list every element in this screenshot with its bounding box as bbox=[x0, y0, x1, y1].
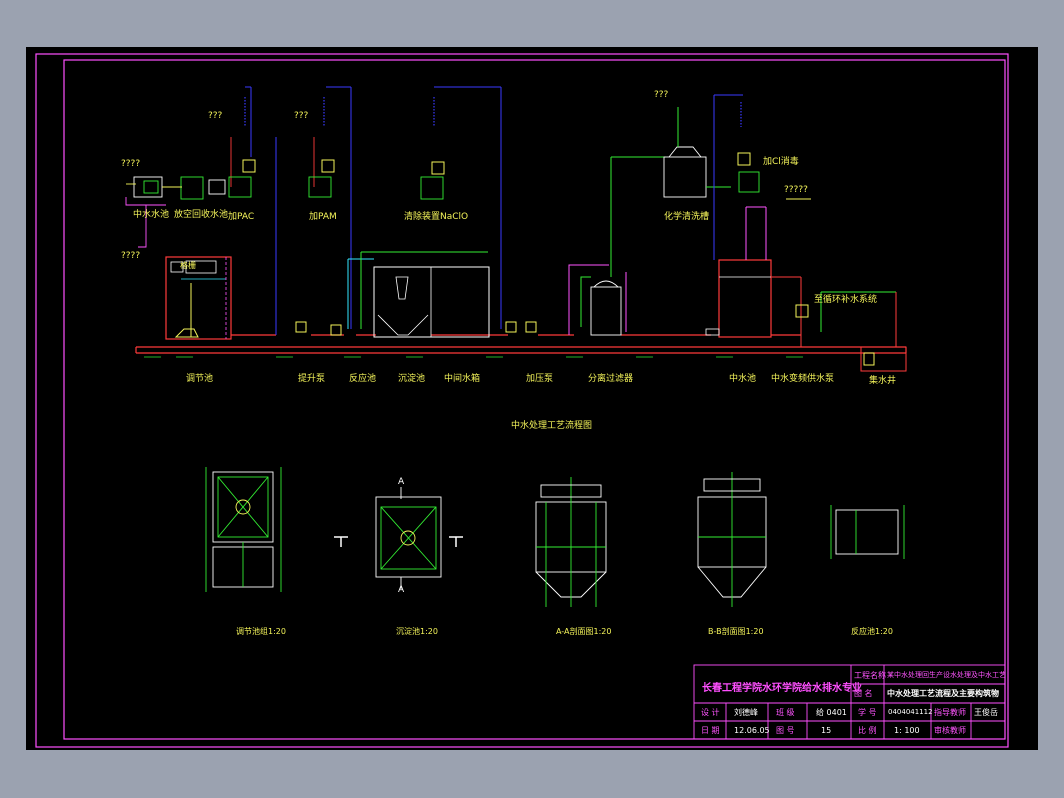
flow-title: 中水处理工艺流程图 bbox=[511, 421, 593, 431]
label-reuse-tank: 中水池 bbox=[729, 374, 757, 384]
sheet-label: 图 号 bbox=[776, 726, 795, 735]
section-view-3 bbox=[535, 477, 607, 607]
inline-pumps bbox=[295, 321, 537, 336]
drawing-label: 图 名 bbox=[854, 689, 873, 698]
cad-drawing bbox=[35, 53, 1009, 748]
section-cut-markers bbox=[334, 536, 463, 547]
label-collect-well: 集水井 bbox=[869, 376, 897, 386]
class-label: 班 级 bbox=[776, 708, 795, 717]
sheet-value: 15 bbox=[821, 726, 832, 735]
school-name: 长春工程学院水环学院给水排水专业 bbox=[702, 683, 862, 694]
class-value: 给 0401 bbox=[816, 708, 847, 717]
section-label: B-B剖面图1:20 bbox=[708, 627, 764, 636]
pac-dosing bbox=[228, 86, 277, 335]
unknown-mark: ??? bbox=[208, 111, 223, 121]
outer-border bbox=[35, 53, 1009, 748]
inner-border bbox=[63, 59, 1006, 740]
unknown-mark: ??? bbox=[654, 90, 669, 100]
project-label: 工程名称 bbox=[854, 671, 886, 680]
advisor-label: 指导教师 bbox=[934, 708, 966, 717]
student-no-value: 0404041112 bbox=[888, 708, 933, 716]
section-mark: A bbox=[398, 585, 405, 595]
section-label: 调节池组1:20 bbox=[236, 627, 286, 636]
date-value: 12.06.05 bbox=[734, 726, 770, 735]
section-view-5 bbox=[830, 505, 905, 559]
label-lift-pump: 提升泵 bbox=[298, 374, 326, 384]
chemical-cleaning-tank bbox=[663, 107, 731, 198]
reuse-pump-well bbox=[795, 277, 907, 372]
section-label: 沉淀池1:20 bbox=[396, 627, 438, 636]
reuse-water-tank bbox=[705, 94, 811, 338]
label-pam: 加PAM bbox=[309, 212, 337, 222]
equalization-tank bbox=[165, 256, 232, 340]
section-view-2 bbox=[375, 487, 442, 589]
membrane-filter bbox=[568, 156, 666, 336]
label-reuse-pool: 中水水池 bbox=[133, 210, 170, 220]
pam-dosing bbox=[308, 86, 352, 329]
project-value: 某中水处理回生产设水处理及中水工艺 bbox=[887, 671, 1006, 679]
section-label: A-A剖面图1:20 bbox=[556, 627, 612, 636]
label-membrane: 分离过滤器 bbox=[588, 374, 634, 384]
design-value: 刘德峰 bbox=[734, 708, 758, 717]
label-intermediate: 中间水箱 bbox=[444, 374, 481, 384]
label-equalization: 调节池 bbox=[186, 374, 214, 384]
scale-value: 1: 100 bbox=[894, 726, 920, 735]
advisor-value: 王俊岳 bbox=[974, 708, 998, 717]
label-naclo: 清除装置NaClO bbox=[404, 212, 469, 222]
date-label: 日 期 bbox=[701, 726, 720, 735]
label-reuse-pump: 中水变频供水泵 bbox=[771, 374, 835, 384]
main-pipeline bbox=[135, 334, 907, 354]
reaction-sedimentation-tank bbox=[347, 251, 490, 338]
label-booster: 加压泵 bbox=[526, 374, 554, 384]
label-reaction: 反应池 bbox=[349, 374, 377, 384]
section-mark: A bbox=[398, 477, 405, 487]
label-pac: 加PAC bbox=[228, 212, 255, 222]
section-view-1 bbox=[205, 467, 282, 592]
unknown-mark: ???? bbox=[121, 159, 141, 169]
label-chem-clean: 化学清洗槽 bbox=[664, 212, 710, 222]
scale-label: 比 例 bbox=[858, 726, 877, 735]
label-air-dryer: 放空回收水池 bbox=[174, 210, 229, 220]
unknown-mark: ???? bbox=[121, 251, 141, 261]
student-no-label: 学 号 bbox=[858, 708, 877, 717]
section-view-4 bbox=[697, 472, 767, 607]
design-label: 设 计 bbox=[701, 708, 720, 717]
label-tank-tag: 格栅 bbox=[180, 261, 196, 270]
unknown-mark: ??? bbox=[294, 111, 309, 121]
label-sedimentation: 沉淀池 bbox=[398, 374, 426, 384]
label-cl-disinfect: 加Cl消毒 bbox=[763, 157, 799, 167]
drawing-value: 中水处理工艺流程及主要构筑物 bbox=[887, 689, 999, 698]
section-label: 反应池1:20 bbox=[851, 627, 893, 636]
unknown-mark: ????? bbox=[784, 185, 808, 195]
label-reuse-system: 至循环补水系统 bbox=[814, 295, 878, 305]
drawing-sheet: ???? ??? ??? ??? ???? ????? 中水水池 放空回收水池 … bbox=[26, 47, 1038, 750]
check-label: 审核教师 bbox=[934, 726, 966, 735]
